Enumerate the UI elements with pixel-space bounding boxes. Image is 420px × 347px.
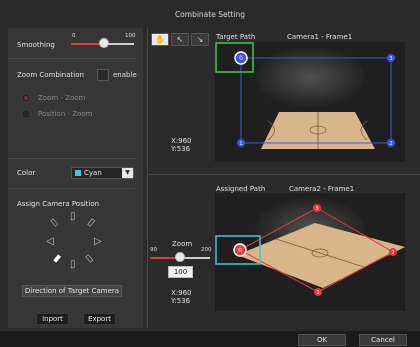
divider (8, 188, 135, 189)
hand-tool-icon[interactable]: ✋ (151, 33, 169, 46)
position-zoom-label: Position - Zoom (38, 110, 93, 118)
assigned-coords-y: Y:536 (171, 297, 191, 305)
court-floor (237, 223, 405, 288)
zoom-value-field[interactable]: 100 (168, 266, 193, 278)
camera-left-icon[interactable]: ◁ (46, 237, 54, 247)
smoothing-slider-thumb[interactable] (99, 38, 109, 48)
target-point-1-label: 1 (239, 141, 242, 147)
footer-bar (0, 331, 420, 347)
assigned-point-2-label: 2 (391, 250, 394, 256)
zoom-slider-thumb[interactable] (175, 252, 185, 262)
target-scene: 0 1 2 3 (215, 42, 395, 149)
target-camera-label: Camera1 - Frame1 (287, 33, 353, 41)
divider (8, 158, 135, 159)
target-coords-x: X:960 (171, 137, 192, 145)
assigned-coords-x: X:960 (171, 289, 192, 297)
assigned-point-1-label: 1 (316, 290, 319, 296)
export-button[interactable]: Export (83, 313, 116, 325)
zoom-zoom-radio[interactable] (21, 93, 31, 103)
window-title: Combinate Setting (174, 10, 246, 19)
assigned-point-0-label: 0 (238, 247, 242, 254)
assigned-camera-label: Camera2 - Frame1 (289, 185, 355, 193)
target-coords-y: Y:536 (171, 145, 191, 153)
cancel-button[interactable]: Cancel (359, 334, 407, 346)
enable-label: enable (113, 71, 137, 79)
assigned-viewport[interactable]: 0 1 2 3 (215, 193, 405, 311)
color-label: Color (17, 169, 36, 177)
camera-bottom-icon[interactable]: ▯ (70, 260, 76, 270)
direction-of-target-camera-button[interactable]: Direction of Target Camera (22, 285, 122, 297)
assigned-point-3-label: 3 (315, 206, 318, 212)
zoom-combination-label: Zoom Combination (17, 71, 84, 79)
color-select[interactable]: Cyan ▼ (71, 167, 134, 179)
position-zoom-radio[interactable] (21, 109, 31, 119)
smoothing-max-label: 100 (125, 33, 136, 39)
enable-checkbox[interactable] (97, 69, 109, 81)
target-path-label: Target Path (216, 33, 256, 41)
divider (8, 58, 135, 59)
smoothing-label: Smoothing (17, 41, 55, 49)
target-viewport[interactable]: 0 1 2 3 (215, 42, 405, 162)
remove-point-tool-icon[interactable]: ↘ (191, 33, 209, 46)
assign-camera-label: Assign Camera Position (17, 200, 100, 208)
target-point-3-label: 3 (389, 56, 392, 62)
color-swatch (75, 170, 81, 176)
panel-divider (147, 28, 148, 328)
camera-right-icon[interactable]: ▷ (94, 237, 102, 247)
divider (147, 174, 420, 175)
target-point-2-label: 2 (389, 141, 392, 147)
chevron-down-icon: ▼ (122, 168, 133, 178)
ok-button[interactable]: OK (298, 334, 346, 346)
add-point-tool-icon[interactable]: ↖ (171, 33, 189, 46)
zoom-label: Zoom (172, 240, 193, 248)
smoothing-min-label: 0 (72, 33, 76, 39)
camera-top-icon[interactable]: ▯ (70, 212, 76, 222)
zoom-max-label: 200 (201, 247, 212, 253)
zoom-min-label: 90 (150, 247, 157, 253)
import-button[interactable]: Inport (36, 313, 69, 325)
target-point-0-label: 0 (239, 55, 243, 62)
color-value: Cyan (84, 169, 102, 177)
assigned-scene: 0 1 2 3 (215, 204, 405, 296)
zoom-zoom-label: Zoom - Zoom (38, 94, 86, 102)
assigned-path-label: Assigned Path (216, 185, 266, 193)
title-bar: Combinate Setting (0, 0, 420, 30)
